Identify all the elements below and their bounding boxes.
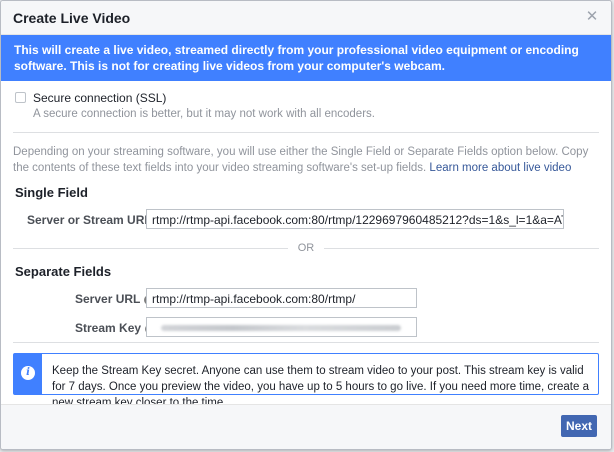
info-icon: i	[21, 366, 35, 380]
description: Depending on your streaming software, yo…	[13, 144, 603, 176]
stream-url-input[interactable]: rtmp://rtmp-api.facebook.com:80/rtmp/122…	[146, 209, 564, 229]
or-separator: OR	[13, 242, 599, 255]
server-url-input[interactable]: rtmp://rtmp-api.facebook.com:80/rtmp/	[146, 288, 417, 308]
blurred-stream-key	[161, 325, 401, 331]
stream-url-label-text: Server or Stream URL	[27, 213, 152, 227]
learn-more-link[interactable]: Learn more about live video	[429, 162, 571, 174]
separator-line	[324, 248, 599, 249]
ssl-checkbox[interactable]	[15, 92, 26, 103]
dialog-title: Create Live Video	[13, 10, 131, 26]
ssl-help-text: A secure connection is better, but it ma…	[33, 108, 375, 120]
ssl-label[interactable]: Secure connection (SSL)	[33, 91, 166, 105]
stream-url-label: Server or Stream URLi	[27, 213, 166, 227]
next-button[interactable]: Next	[561, 415, 597, 437]
stream-key-input[interactable]	[146, 317, 417, 337]
divider	[13, 132, 599, 133]
separate-fields-title: Separate Fields	[15, 264, 112, 279]
stream-key-label-text: Stream Key	[75, 321, 142, 335]
create-live-video-dialog: Create Live Video ✕ This will create a l…	[0, 0, 612, 450]
server-url-label-text: Server URL	[75, 292, 141, 306]
dialog-footer: Next	[1, 404, 611, 449]
stream-key-label: Stream Keyi	[75, 321, 156, 335]
notice-icon-bar: i	[14, 354, 42, 394]
stream-key-notice: i Keep the Stream Key secret. Anyone can…	[13, 353, 599, 409]
single-field-title: Single Field	[15, 185, 88, 200]
divider	[13, 342, 599, 343]
server-url-label: Server URLi	[75, 292, 155, 306]
dialog-header: Create Live Video ✕	[1, 1, 611, 35]
close-icon[interactable]: ✕	[585, 9, 599, 24]
info-banner: This will create a live video, streamed …	[1, 35, 611, 81]
